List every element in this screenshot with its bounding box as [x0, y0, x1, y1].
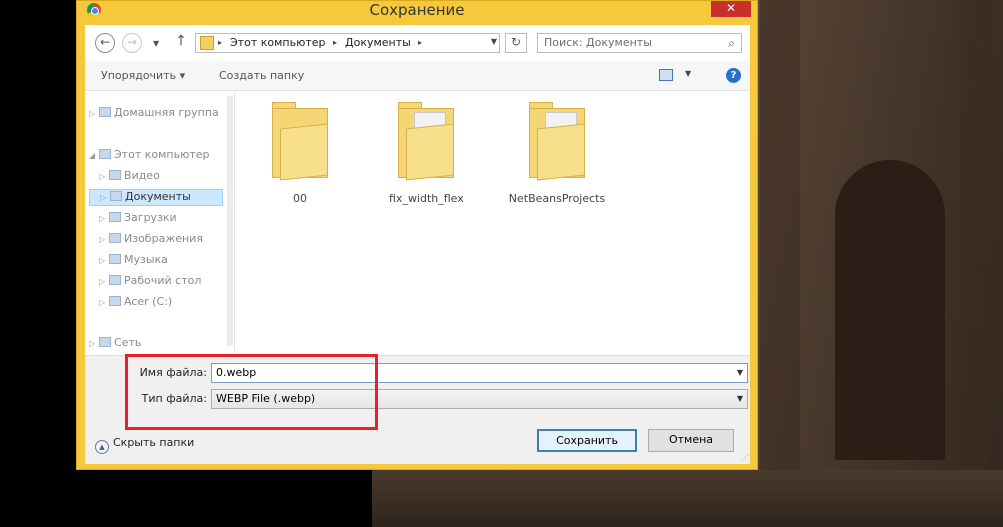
tree-item-homegroup[interactable]: ▷ Домашняя группа	[89, 106, 219, 121]
computer-icon	[99, 149, 111, 159]
tree-item-videos[interactable]: ▷ Видео	[99, 169, 160, 184]
window-title: Сохранение	[369, 1, 465, 19]
folder-item[interactable]: NetBeansProjects	[507, 102, 607, 206]
tree-item-music[interactable]: ▷ Музыка	[99, 253, 168, 268]
tree-item-label: Рабочий стол	[124, 274, 202, 287]
tree-item-label: Загрузки	[124, 211, 177, 224]
save-button[interactable]: Сохранить	[537, 429, 637, 452]
folder-icon	[200, 36, 214, 50]
tree-item-label: Изображения	[124, 232, 203, 245]
tree-item-network[interactable]: ▷ Сеть	[89, 336, 141, 351]
breadcrumb-separator[interactable]: ▸	[418, 36, 422, 50]
organize-button[interactable]: Упорядочить ▾	[101, 69, 185, 83]
folder-label: NetBeansProjects	[508, 192, 606, 205]
chevron-down-icon[interactable]: ▼	[491, 37, 497, 46]
tree-item-label: Acer (C:)	[124, 295, 173, 308]
hide-folders-button[interactable]: ▲ Скрыть папки	[95, 436, 194, 454]
new-folder-button[interactable]: Создать папку	[219, 69, 304, 83]
red-highlight-box	[125, 354, 378, 430]
breadcrumb-documents[interactable]: Документы	[345, 36, 411, 50]
tree-item-label: Документы	[125, 190, 191, 203]
background-photo-arch	[835, 160, 945, 460]
help-icon[interactable]: ?	[726, 68, 741, 83]
hide-folders-label: Скрыть папки	[113, 436, 195, 449]
title-bar[interactable]: Сохранение ✕	[77, 1, 757, 21]
chevron-right-icon[interactable]: ▷	[99, 275, 109, 289]
videos-folder-icon	[109, 170, 121, 180]
save-form: Имя файла: 0.webp ▼ Тип файла: WEBP File…	[85, 354, 750, 464]
resize-grip-icon[interactable]: ⋰	[741, 453, 749, 462]
tree-item-label: Домашняя группа	[114, 106, 219, 119]
tree-item-pictures[interactable]: ▷ Изображения	[99, 232, 203, 247]
chevron-down-icon[interactable]: ▼	[737, 367, 743, 379]
folder-item[interactable]: 00	[263, 102, 337, 206]
close-button[interactable]: ✕	[711, 1, 751, 17]
chevron-down-icon[interactable]: ▼	[737, 393, 743, 405]
chevron-right-icon[interactable]: ▷	[89, 107, 99, 121]
chevron-right-icon[interactable]: ▷	[99, 296, 109, 310]
tree-item-drive-c[interactable]: ▷ Acer (C:)	[99, 295, 172, 310]
chevron-right-icon[interactable]: ▷	[99, 254, 109, 268]
breadcrumb-separator[interactable]: ▸	[218, 36, 222, 50]
navigation-pane: ▷ Домашняя группа ◢ Этот компьютер ▷ Видео …	[85, 92, 235, 354]
breadcrumb-separator[interactable]: ▸	[333, 36, 337, 50]
downloads-folder-icon	[109, 212, 121, 222]
refresh-button[interactable]: ↻	[505, 33, 527, 53]
save-dialog: Сохранение ✕ ← → ▼ ↑ ▸ Этот компьютер ▸ …	[76, 0, 758, 470]
network-icon	[99, 337, 111, 347]
tree-item-downloads[interactable]: ▷ Загрузки	[99, 211, 177, 226]
cancel-button[interactable]: Отмена	[648, 429, 734, 452]
folder-label: 00	[293, 192, 307, 205]
tree-item-label: Видео	[124, 169, 160, 182]
folder-icon	[529, 102, 585, 181]
search-icon[interactable]: ⌕	[728, 36, 735, 50]
up-button[interactable]: ↑	[171, 33, 191, 53]
pictures-folder-icon	[109, 233, 121, 243]
navigation-scrollbar[interactable]	[227, 96, 233, 346]
background-photo-column	[960, 0, 990, 527]
chevron-down-icon[interactable]: ▼	[685, 69, 691, 78]
chevron-right-icon[interactable]: ▷	[89, 337, 99, 351]
chevron-right-icon[interactable]: ▷	[100, 191, 110, 205]
background-photo-street	[372, 470, 1003, 527]
folder-icon	[398, 102, 454, 181]
recent-locations-dropdown[interactable]: ▼	[153, 39, 159, 48]
drive-icon	[109, 296, 121, 306]
search-placeholder: Поиск: Документы	[544, 36, 652, 49]
back-button[interactable]: ←	[95, 33, 115, 53]
dialog-body: ← → ▼ ↑ ▸ Этот компьютер ▸ Документы ▸ ▼…	[85, 25, 750, 464]
chevron-right-icon[interactable]: ▷	[99, 212, 109, 226]
folder-label: fix_width_flex	[389, 192, 464, 205]
background-photo-column	[760, 0, 800, 527]
folder-item[interactable]: fix_width_flex	[389, 102, 464, 206]
homegroup-icon	[99, 107, 111, 117]
tree-item-label: Этот компьютер	[114, 148, 210, 161]
documents-folder-icon	[110, 191, 122, 201]
folder-icon	[272, 102, 328, 181]
desktop-folder-icon	[109, 275, 121, 285]
file-list: 00 fix_width_flex NetBeansProjects	[237, 92, 750, 354]
music-folder-icon	[109, 254, 121, 264]
view-options-icon[interactable]	[659, 69, 673, 81]
tree-item-label: Сеть	[114, 336, 142, 349]
command-toolbar: Упорядочить ▾ Создать папку ▼ ?	[85, 61, 750, 91]
chevron-right-icon[interactable]: ▷	[99, 233, 109, 247]
search-input[interactable]: Поиск: Документы ⌕	[537, 33, 742, 53]
chevron-right-icon[interactable]: ▷	[99, 170, 109, 184]
forward-button[interactable]: →	[122, 33, 142, 53]
breadcrumb-this-pc[interactable]: Этот компьютер	[230, 36, 326, 50]
tree-item-documents[interactable]: ▷ Документы	[89, 189, 223, 206]
address-bar[interactable]: ▸ Этот компьютер ▸ Документы ▸ ▼	[195, 33, 500, 53]
tree-item-label: Музыка	[124, 253, 168, 266]
chevron-expanded-icon[interactable]: ◢	[89, 149, 99, 163]
tree-item-desktop[interactable]: ▷ Рабочий стол	[99, 274, 201, 289]
chevron-up-icon: ▲	[95, 440, 109, 454]
tree-item-this-pc[interactable]: ◢ Этот компьютер	[89, 148, 210, 163]
